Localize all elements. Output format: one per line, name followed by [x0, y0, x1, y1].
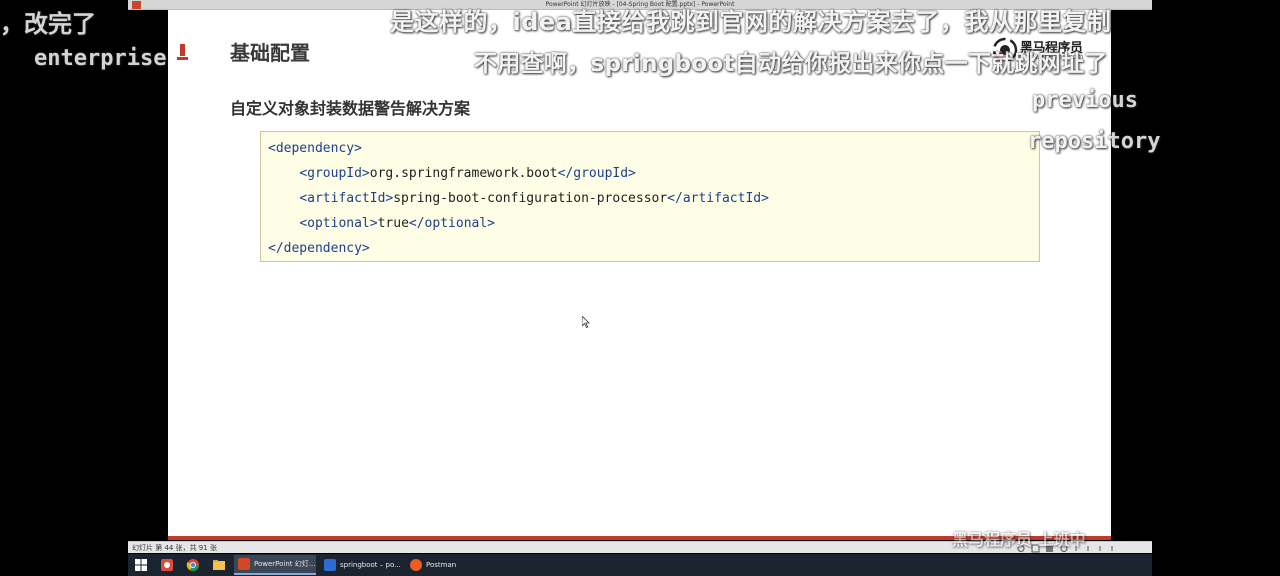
slide-counter: 幻灯片 第 44 张，共 91 张	[132, 544, 217, 552]
watermark: 黑马程序员 上班中	[952, 530, 1086, 549]
xml-value: spring-boot-configuration-processor	[393, 191, 668, 206]
overlay-comment: 是这样的，idea直接给我跳到官网的解决方案去了，我从那里复制	[390, 8, 1112, 36]
taskbar-item-postman[interactable]: Postman	[406, 555, 488, 575]
xml-tag: <optional>	[299, 216, 378, 231]
code-line: <dependency>	[268, 140, 1032, 165]
powerpoint-icon	[238, 558, 250, 570]
xml-tag: </artifactId>	[667, 191, 769, 206]
code-line: <artifactId>spring-boot-configuration-pr…	[268, 190, 1032, 215]
overlay-comment: previous	[1032, 88, 1138, 113]
overlay-comment: enterprise	[34, 46, 167, 71]
code-line: <groupId>org.springframework.boot</group…	[268, 165, 1032, 190]
overlay-comment: 不用查啊，springboot自动给你报出来你点一下就跳网址了	[474, 51, 1108, 77]
title-marker-base	[177, 57, 188, 60]
postman-icon	[410, 559, 422, 571]
taskbar-item-label: Postman	[426, 561, 457, 569]
xml-tag: </optional>	[408, 216, 495, 231]
app-launcher-icon[interactable]	[160, 558, 174, 572]
xml-value: true	[377, 216, 409, 231]
slide-subtitle: 自定义对象封装数据警告解决方案	[230, 99, 471, 118]
xml-tag: </dependency>	[268, 241, 370, 256]
code-block: <dependency> <groupId>org.springframewor…	[260, 131, 1040, 262]
slide-title: 基础配置	[230, 41, 310, 65]
xml-tag: <groupId>	[299, 166, 370, 181]
taskbar-item-label: PowerPoint 幻灯...	[254, 560, 316, 568]
xml-tag: <dependency>	[268, 141, 362, 156]
taskbar: PowerPoint 幻灯... springboot – po... Post…	[128, 554, 1152, 576]
screen: PowerPoint 幻灯片放映 - [04-Spring Boot 配置.pp…	[0, 0, 1280, 576]
windows-start-icon[interactable]	[134, 558, 148, 572]
xml-tag: <artifactId>	[299, 191, 394, 206]
code-line: </dependency>	[268, 240, 1032, 265]
overlay-comment: ，改完了	[0, 10, 96, 38]
chrome-icon[interactable]	[186, 558, 200, 572]
taskbar-item-powerpoint[interactable]: PowerPoint 幻灯...	[234, 555, 316, 575]
code-line: <optional>true</optional>	[268, 215, 1032, 240]
mouse-cursor-icon	[582, 316, 590, 328]
intellij-icon	[324, 559, 336, 571]
file-explorer-icon[interactable]	[212, 558, 226, 572]
overlay-comment: repository	[1028, 129, 1161, 154]
taskbar-item-intellij[interactable]: springboot – po...	[320, 555, 402, 575]
xml-value: org.springframework.boot	[369, 166, 558, 181]
xml-tag: </groupId>	[557, 166, 636, 181]
title-marker-icon	[180, 44, 185, 56]
taskbar-item-label: springboot – po...	[340, 561, 401, 569]
slide: 基础配置 黑马程序员 www.itheima.com 自定义对象封装数据警告解决…	[168, 10, 1111, 540]
